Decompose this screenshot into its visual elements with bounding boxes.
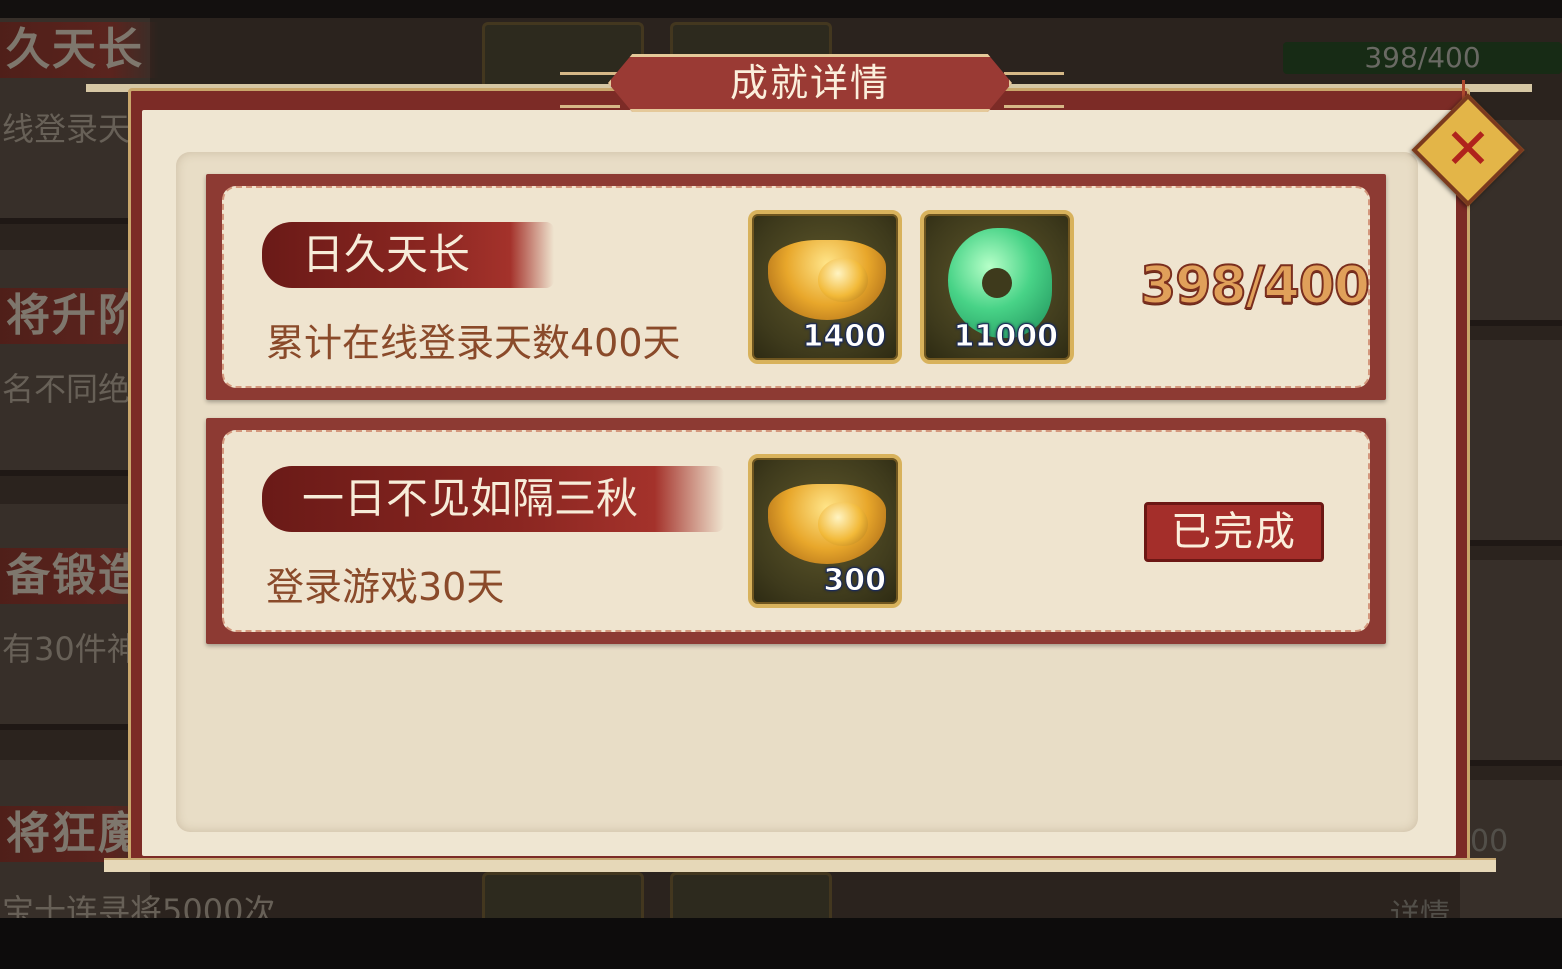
achievement-progress: 398/400 (1139, 255, 1371, 317)
reward-count: 300 (823, 563, 887, 599)
title-ornament-right (1004, 72, 1064, 108)
gold-ingot-icon (768, 484, 886, 564)
completed-badge: 已完成 (1144, 502, 1324, 562)
title-ornament-left (560, 72, 620, 108)
reward-slot[interactable]: 1400 (748, 210, 902, 364)
reward-count: 1400 (802, 319, 886, 355)
reward-slot[interactable]: 300 (748, 454, 902, 608)
modal-bottom-rail (104, 858, 1496, 872)
modal-title: 成就详情 (608, 54, 1012, 112)
reward-slot[interactable]: 11000 (920, 210, 1074, 364)
reward-count: 11000 (953, 319, 1058, 355)
gold-ingot-icon (768, 240, 886, 320)
close-x-icon[interactable]: ✕ (1428, 110, 1508, 190)
achievement-title: 一日不见如隔三秋 (262, 466, 724, 532)
achievement-title: 日久天长 (262, 222, 554, 288)
achievement-desc: 登录游戏30天 (266, 565, 505, 609)
achievement-desc: 累计在线登录天数400天 (266, 321, 681, 365)
